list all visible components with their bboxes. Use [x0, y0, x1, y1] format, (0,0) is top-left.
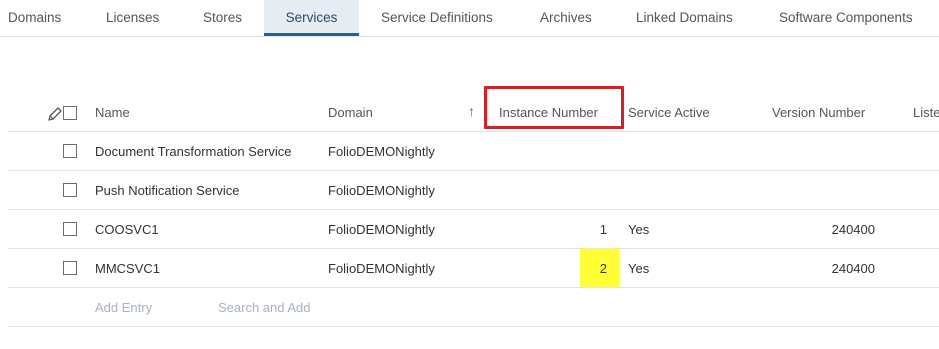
column-header-domain[interactable]: Domain [328, 105, 373, 120]
service-name: COOSVC1 [95, 222, 159, 237]
sort-ascending-icon[interactable]: ↑ [468, 103, 475, 119]
tab-archives[interactable]: Archives [540, 0, 592, 35]
column-header-service-active[interactable]: Service Active [628, 105, 710, 120]
table-row[interactable]: MMCSVC1 FolioDEMONightly 2 Yes 240400 [8, 249, 939, 288]
table-row[interactable]: COOSVC1 FolioDEMONightly 1 Yes 240400 [8, 210, 939, 249]
service-active: Yes [628, 222, 650, 237]
select-all-checkbox[interactable] [63, 106, 77, 120]
tab-services[interactable]: Services [264, 0, 359, 36]
service-name: Document Transformation Service [95, 144, 292, 159]
tab-stores[interactable]: Stores [203, 0, 242, 35]
add-entry-link[interactable]: Add Entry [95, 300, 152, 315]
tab-service-definitions[interactable]: Service Definitions [381, 0, 493, 35]
service-name: Push Notification Service [95, 183, 240, 198]
service-domain: FolioDEMONightly [328, 222, 435, 237]
row-checkbox[interactable] [63, 261, 77, 275]
row-checkbox[interactable] [63, 183, 77, 197]
service-active: Yes [628, 261, 650, 276]
service-name: MMCSVC1 [95, 261, 161, 276]
tab-bar: Domains Licenses Stores Services Service… [0, 0, 939, 37]
tab-domains[interactable]: Domains [8, 0, 61, 35]
instance-number: 1 [599, 222, 607, 237]
annotation-box [484, 86, 624, 129]
service-domain: FolioDEMONightly [328, 261, 435, 276]
table-row[interactable]: Document Transformation Service FolioDEM… [8, 132, 939, 171]
column-header-listen[interactable]: Liste [913, 105, 939, 120]
version-number: 240400 [831, 261, 875, 276]
search-and-add-link[interactable]: Search and Add [218, 300, 311, 315]
tab-licenses[interactable]: Licenses [106, 0, 159, 35]
tab-software-components[interactable]: Software Components [779, 0, 913, 35]
table-row[interactable]: Push Notification Service FolioDEMONight… [8, 171, 939, 210]
row-checkbox[interactable] [63, 222, 77, 236]
instance-number: 2 [599, 261, 607, 276]
tab-linked-domains[interactable]: Linked Domains [636, 0, 733, 35]
service-domain: FolioDEMONightly [328, 183, 435, 198]
column-header-name[interactable]: Name [95, 105, 130, 120]
table-footer-divider [8, 326, 939, 327]
version-number: 240400 [831, 222, 875, 237]
row-checkbox[interactable] [63, 144, 77, 158]
service-domain: FolioDEMONightly [328, 144, 435, 159]
pencil-icon[interactable] [46, 105, 64, 123]
column-header-version-number[interactable]: Version Number [772, 105, 865, 120]
table-header: Name Domain ↑ Instance Number Service Ac… [8, 92, 939, 132]
